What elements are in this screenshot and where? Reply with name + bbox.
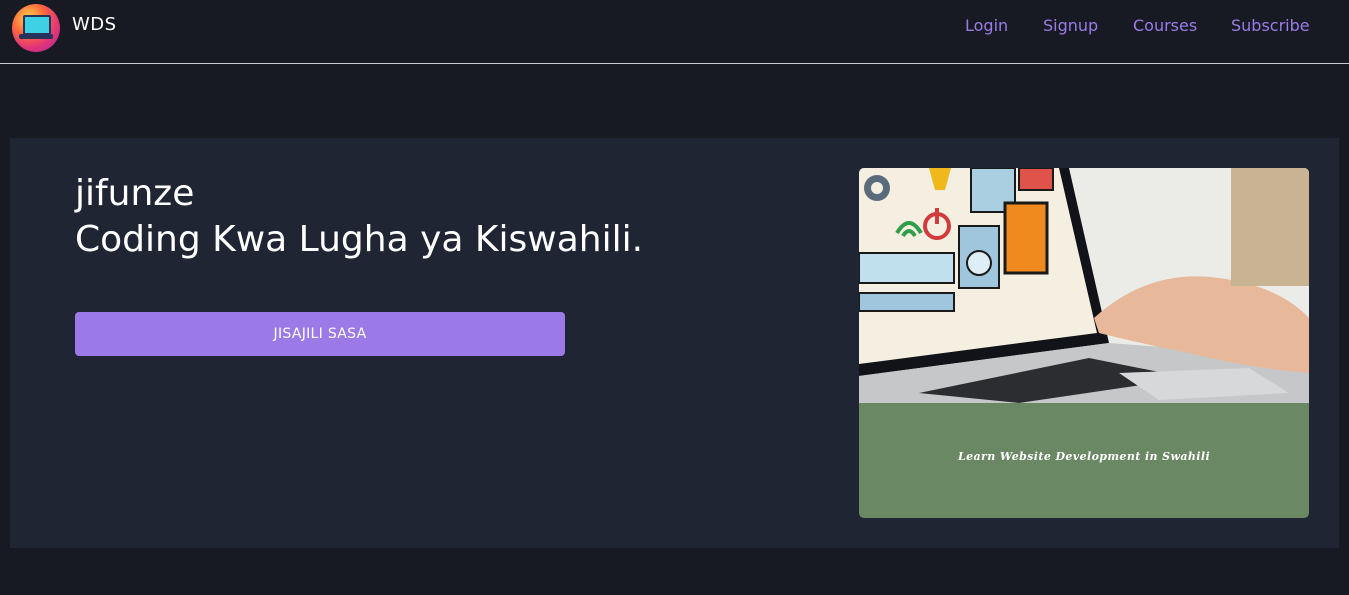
washing-machine-drum	[966, 250, 992, 276]
nav-courses-link[interactable]: Courses	[1133, 16, 1197, 35]
air-conditioner-icon	[859, 252, 955, 284]
hero-heading-line1: jifunze	[75, 173, 195, 214]
nav-subscribe-link[interactable]: Subscribe	[1231, 16, 1310, 35]
signup-now-button[interactable]: JISAJILI SASA	[75, 312, 565, 356]
red-block-icon	[1018, 168, 1054, 191]
course-image-card: Learn Website Development in Swahili	[859, 168, 1309, 518]
hero-heading-line2: Coding Kwa Lugha ya Kiswahili.	[75, 219, 644, 260]
card-caption: Learn Website Development in Swahili	[957, 450, 1211, 463]
hero-section: jifunze Coding Kwa Lugha ya Kiswahili. J…	[10, 138, 1339, 548]
laptop-photo	[859, 168, 1309, 403]
top-navbar: WDS Login Signup Courses Subscribe	[0, 0, 1349, 64]
door-icon	[1003, 201, 1049, 275]
coffee-mug	[1231, 168, 1309, 286]
air-conditioner-vent	[859, 292, 955, 312]
nav-signup-link[interactable]: Signup	[1043, 16, 1098, 35]
nav-links: Login Signup Courses Subscribe	[0, 16, 1349, 40]
gear-hole	[871, 182, 883, 194]
nav-login-link[interactable]: Login	[965, 16, 1008, 35]
